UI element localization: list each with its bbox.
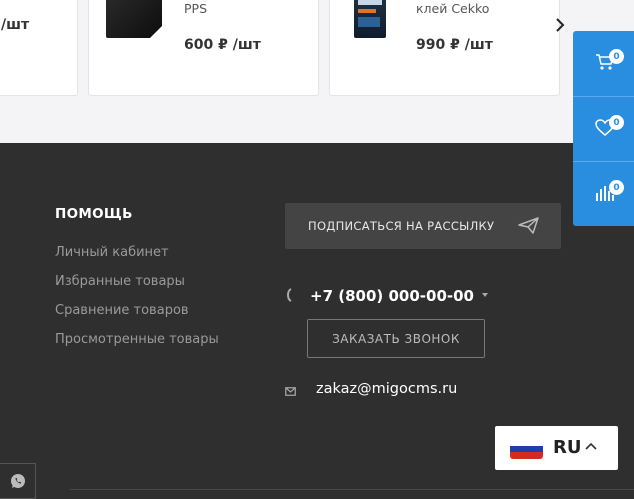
product-price: 600 ₽ /шт xyxy=(184,37,261,53)
footer-link-account[interactable]: Личный кабинет xyxy=(55,245,169,260)
russia-flag-icon xyxy=(510,439,543,459)
subscribe-label: ПОДПИСАТЬСЯ НА РАССЫЛКУ xyxy=(308,219,495,233)
footer-link-viewed[interactable]: Просмотренные товары xyxy=(55,332,219,347)
subscribe-button[interactable]: ПОДПИСАТЬСЯ НА РАССЫЛКУ xyxy=(285,203,561,249)
cart-button[interactable]: 0 xyxy=(573,31,634,96)
footer-divider xyxy=(70,489,634,490)
paper-plane-icon xyxy=(518,217,539,234)
product-name[interactable]: клей Cekko xyxy=(416,1,489,16)
cart-count-badge: 0 xyxy=(609,49,624,64)
callback-label: ЗАКАЗАТЬ ЗВОНОК xyxy=(332,331,460,346)
phone-icon xyxy=(287,288,292,302)
chevron-down-icon[interactable] xyxy=(482,293,488,297)
language-code: RU xyxy=(553,437,582,458)
help-title: ПОМОЩЬ xyxy=(55,206,133,222)
favorites-count-badge: 0 xyxy=(609,115,624,130)
carousel-next-icon[interactable] xyxy=(552,16,568,34)
callback-button[interactable]: ЗАКАЗАТЬ ЗВОНОК xyxy=(307,319,485,358)
favorites-button[interactable]: 0 xyxy=(573,96,634,161)
whatsapp-icon[interactable] xyxy=(0,463,36,499)
footer-link-favorites[interactable]: Избранные товары xyxy=(55,274,185,289)
language-selector[interactable]: RU xyxy=(495,426,618,470)
email-link[interactable]: zakaz@migocms.ru xyxy=(316,381,457,397)
product-card[interactable]: PPS 600 ₽ /шт xyxy=(88,0,319,96)
chevron-up-icon xyxy=(585,442,597,450)
product-card[interactable]: клей Cekko 990 ₽ /шт xyxy=(329,0,560,96)
compare-button[interactable]: 0 xyxy=(573,161,634,226)
product-card[interactable]: /шт xyxy=(0,0,78,96)
side-panel: 0 0 0 xyxy=(573,31,634,226)
mail-icon xyxy=(285,387,296,396)
phone-number[interactable]: +7 (800) 000-00-00 xyxy=(310,287,474,305)
product-image[interactable] xyxy=(106,0,162,38)
footer-link-compare[interactable]: Сравнение товаров xyxy=(55,303,189,318)
compare-count-badge: 0 xyxy=(609,180,624,195)
product-carousel: /шт PPS 600 ₽ /шт клей Cekko 990 ₽ /шт xyxy=(0,0,634,143)
product-price: /шт xyxy=(1,17,30,33)
product-price: 990 ₽ /шт xyxy=(416,37,493,53)
product-image[interactable] xyxy=(354,0,386,38)
product-name[interactable]: PPS xyxy=(184,1,207,16)
